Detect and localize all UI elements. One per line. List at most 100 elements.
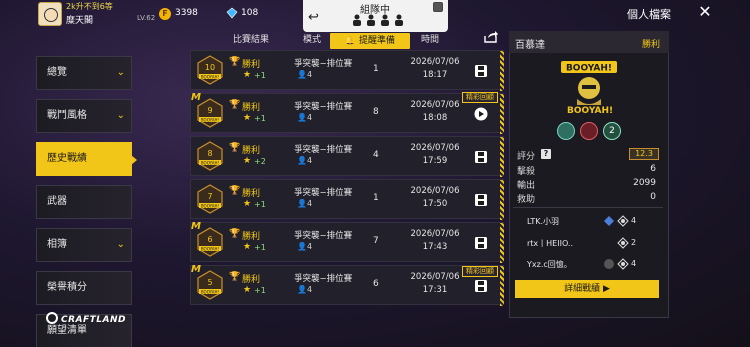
detail-result: 勝利 [642,40,661,50]
star-icon: ★ [243,199,252,209]
kill-skull-icon [617,215,629,227]
craftland-logo[interactable]: CRAFTLAND [46,312,126,325]
sidebar-item-honor-points[interactable]: 榮譽積分 [36,271,132,305]
teammate-name[interactable]: Yxz.c回憶。 [527,259,572,270]
sidebar-item-weapons[interactable]: 武器 [36,185,132,219]
match-row[interactable]: 8 BOOYAH! 🏆 勝利 ★ +2 爭突襲−排位賽 👤4 4 2026/07/06 17:59 [190,136,504,177]
player-name: 糜天閣 [66,16,94,26]
match-date: 2026/07/06 [410,100,460,110]
sidebar-item-combat-style[interactable]: 戰鬥風格 ⌄ [36,99,132,133]
player-avatar[interactable] [38,2,62,26]
match-row[interactable]: 7 BOOYAH! 🏆 勝利 ★ +1 爭突襲−排位賽 👤4 1 2026/07/06 17:50 [190,179,504,220]
star-icon: ★ [243,113,252,123]
match-row[interactable]: 10 BOOYAH! 🏆 勝利 ★ +1 爭突襲−排位賽 👤4 1 2026/07/06 18:17 [190,50,504,91]
squad-size: 👤4 [297,199,312,208]
person-icon: 👤 [297,113,307,122]
match-mode: 爭突襲−排位賽 [294,145,353,155]
rank-emblem-stars: 7 [207,192,212,201]
match-mode: 爭突襲−排位賽 [294,102,353,112]
save-icon[interactable] [474,64,488,78]
close-icon[interactable]: ✕ [697,4,713,20]
match-rank: 4 [373,150,379,160]
highlight-replay-tag[interactable]: 精彩回顧 [462,266,498,277]
teammate-name[interactable]: LTK.小羽 [527,216,559,227]
teammate-name[interactable]: rtx丨HEIIO.. [527,238,573,249]
rank-emblem-stars: 8 [207,149,212,158]
person-icon: 👤 [297,156,307,165]
stat-label-revives: 救助 [517,195,536,205]
match-rank: 1 [373,193,379,203]
row-stripe [500,266,504,306]
squad-size: 👤4 [297,156,312,165]
help-icon[interactable]: ? [541,149,551,159]
star-icon: ★ [243,285,252,295]
play-replay-icon[interactable] [474,107,488,121]
ready-reminder-label: 提醒準備 [358,36,395,46]
rank-emblem-caption: BOOYAH! [201,160,219,165]
share-icon[interactable] [483,30,499,44]
sidebar-item-match-history[interactable]: 歷史戰績 [36,142,137,176]
column-header-mode: 模式 [303,35,322,45]
player-status-text: 2k升不到6等 [66,2,113,11]
sidebar-item-label: 榮譽積分 [47,282,87,293]
map-name: 百慕達 [515,40,545,51]
match-time: 18:17 [422,70,448,80]
trophy-icon: 🏆 [229,57,241,67]
detailed-stats-button[interactable]: 詳細戰績 ▶ [515,280,659,298]
sidebar-item-overview[interactable]: 總覽 ⌄ [36,56,132,90]
match-row[interactable]: 5 BOOYAH! 🏆 勝利 ★ +1 爭突襲−排位賽 👤4 6 2026/07/06 17:31 [190,265,504,306]
back-arrow-icon[interactable]: ↩ [308,11,322,25]
match-row[interactable]: 9 BOOYAH! 🏆 勝利 ★ +1 爭突襲−排位賽 👤4 8 2026/07/06 18:08 [190,93,504,134]
match-result: 勝利 [242,60,261,70]
match-time: 18:08 [422,113,448,123]
stat-label-damage: 輸出 [517,181,536,191]
star-change: +1 [254,71,266,80]
match-result: 勝利 [242,275,261,285]
sidebar: 總覽 ⌄ 戰鬥風格 ⌄ 歷史戰績 武器 相簿 ⌄ 榮譽積分 願望清單 [36,56,137,347]
squad-size-value: 4 [306,285,313,294]
match-time: 17:50 [422,199,448,209]
match-time: 17:43 [422,242,448,252]
save-icon[interactable] [474,150,488,164]
rank-emblem-icon: 7 BOOYAH! [197,184,223,214]
teammate-kills: 2 [631,238,637,247]
match-rank: 1 [373,64,379,74]
rank-emblem-caption: BOOYAH! [201,74,219,79]
diamond-count: 108 [241,8,259,18]
match-time: 17:59 [422,156,448,166]
squad-size-value: 4 [306,156,313,165]
match-date: 2026/07/06 [410,186,460,196]
bell-icon: 🔔 [345,36,355,45]
gold-coin-count: 3398 [175,8,198,18]
save-icon[interactable] [474,193,488,207]
rank-emblem-stars: 6 [207,235,212,244]
match-result: 勝利 [242,146,261,156]
mvp-mark-icon: M [191,264,201,275]
column-header-result: 比賽結果 [233,35,270,45]
squad-size: 👤4 [297,70,312,79]
medal-count-icon: 2 [603,122,621,140]
teammate-rank-icon [604,259,614,269]
rank-emblem-stars: 10 [205,63,215,72]
trophy-icon: 🏆 [229,100,241,110]
star-change: +1 [254,200,266,209]
match-row[interactable]: 6 BOOYAH! 🏆 勝利 ★ +1 爭突襲−排位賽 👤4 7 2026/07/06 17:43 [190,222,504,263]
stat-label-kills: 擊殺 [517,167,536,177]
star-change: +1 [254,114,266,123]
ready-reminder-button[interactable]: 🔔 提醒準備 [330,33,410,49]
gold-coin-icon: F [159,8,171,20]
squad-size: 👤4 [297,113,312,122]
save-icon[interactable] [474,279,488,293]
star-change: +1 [254,243,266,252]
stat-value-kills: 6 [650,164,656,174]
highlight-replay-tag[interactable]: 精彩回顧 [462,92,498,103]
sidebar-item-label: 相簿 [47,239,67,250]
kill-skull-icon [617,237,629,249]
column-header-time: 時間 [421,35,440,45]
sidebar-item-album[interactable]: 相簿 ⌄ [36,228,132,262]
team-settings-icon[interactable] [433,2,443,12]
match-mode: 爭突襲−排位賽 [294,188,353,198]
save-icon[interactable] [474,236,488,250]
sidebar-item-label: 歷史戰績 [47,153,87,164]
match-time: 17:31 [422,285,448,295]
